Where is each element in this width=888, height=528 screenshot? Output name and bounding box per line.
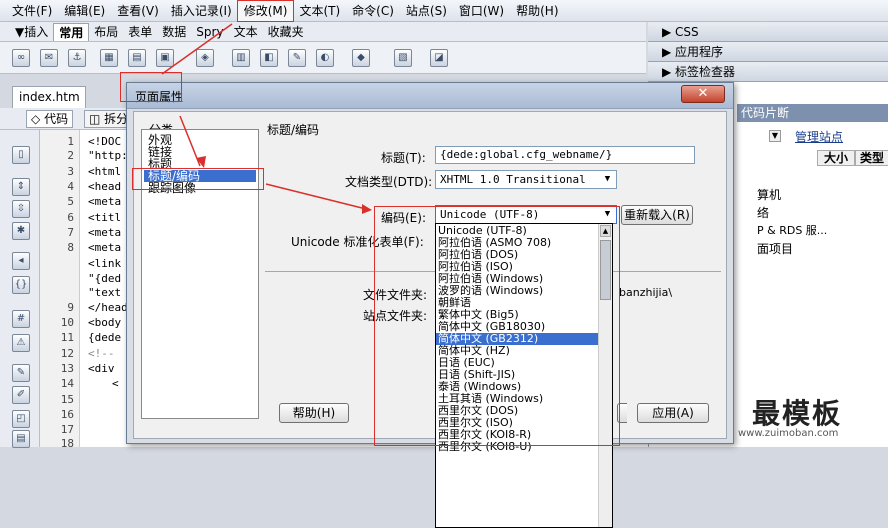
arrow-head-icon <box>196 156 206 168</box>
annotation-arrow <box>265 183 371 211</box>
arrow-head-icon <box>362 204 372 214</box>
annotation-arrow <box>161 23 233 75</box>
watermark-logo: 最模板 <box>752 397 843 430</box>
watermark-url: www.zuimoban.com <box>738 428 839 439</box>
annotation-arrows <box>161 23 372 214</box>
